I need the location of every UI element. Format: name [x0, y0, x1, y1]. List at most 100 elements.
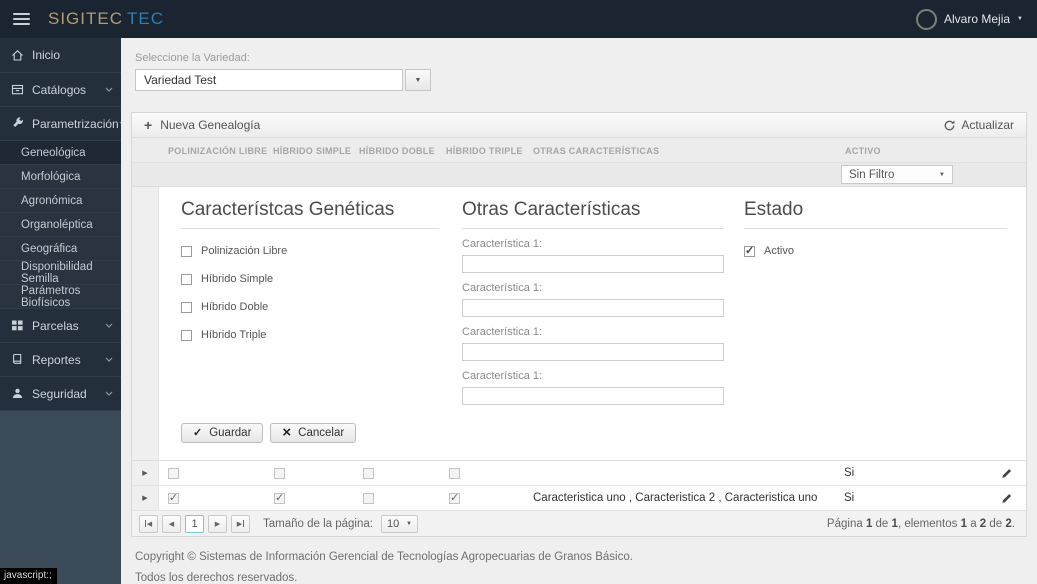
activo-filter-select[interactable]: Sin Filtro ▼ — [841, 165, 953, 184]
subitem-label: Parámetros Biofísicos — [21, 284, 81, 309]
genetic-title: Característcas Genéticas — [181, 199, 439, 229]
hibrido-simple-cell-checkbox — [274, 468, 285, 479]
sidebar-item-parcelas[interactable]: Parcelas — [0, 308, 121, 342]
checkbox-label: Híbrido Doble — [201, 301, 269, 313]
sidebar-subitem-organoleptica[interactable]: Organoléptica — [0, 212, 121, 236]
sidebar-item-parametrizacion[interactable]: Parametrización — [0, 106, 127, 140]
next-page-button[interactable]: ▶ — [208, 514, 227, 533]
caracteristica-field: Característica 1: — [462, 370, 724, 405]
sidebar-item-label: Seguridad — [32, 386, 87, 401]
new-genealogy-label: Nueva Genealogía — [160, 118, 261, 132]
caracteristica-input-4[interactable] — [462, 387, 724, 405]
sidebar-subitem-geneologica[interactable]: Geneológica — [0, 140, 121, 164]
activo-cell: Si — [844, 467, 855, 479]
sidebar-item-inicio[interactable]: Inicio — [0, 38, 121, 72]
form-buttons: ✓ Guardar × Cancelar — [181, 423, 357, 443]
check-icon: ✓ — [193, 426, 203, 439]
sidebar-item-catalogos[interactable]: Catálogos — [0, 72, 121, 106]
cancel-button[interactable]: × Cancelar — [270, 423, 357, 443]
field-label: Característica 1: — [462, 282, 543, 294]
caracteristica-input-1[interactable] — [462, 255, 724, 273]
page-number-button[interactable]: 1 — [185, 514, 204, 533]
pager-summary: Página 1 de 1, elementos 1 a 2 de 2. — [826, 517, 1015, 530]
chevron-down-icon: ▼ — [406, 520, 412, 527]
variety-select[interactable]: Variedad Test — [135, 69, 403, 91]
user-name: Alvaro Mejia — [944, 12, 1011, 26]
catalog-icon — [11, 83, 25, 96]
caret-right-icon: ▶ — [214, 520, 221, 528]
column-header: HÍBRIDO DOBLE — [359, 146, 435, 156]
chevron-down-icon: ▼ — [939, 171, 945, 178]
new-genealogy-button[interactable]: + Nueva Genealogía — [144, 118, 260, 132]
polinizacion-libre-cell-checkbox — [168, 468, 179, 479]
estado-title: Estado — [744, 199, 1007, 229]
page-size-select[interactable]: 10 ▼ — [380, 514, 418, 533]
checkbox-label: Polinización Libre — [201, 245, 288, 257]
activo-cell: Si — [844, 492, 855, 504]
grid-icon — [11, 319, 25, 332]
sidebar-subitem-geografica[interactable]: Geográfica — [0, 236, 121, 260]
prev-page-button[interactable]: ◀ — [162, 514, 181, 533]
hibrido-doble-checkbox[interactable] — [181, 301, 192, 313]
variety-dropdown-button[interactable]: ▼ — [405, 69, 431, 91]
brand-secondary: TEC — [127, 9, 165, 28]
column-header: OTRAS CARACTERÍSTICAS — [533, 146, 660, 156]
grid-filter-row: Sin Filtro ▼ — [132, 163, 1026, 187]
first-page-button[interactable]: ◀ — [139, 514, 158, 533]
copyright-text: Copyright © Sistemas de Información Gere… — [135, 551, 633, 563]
variety-picker: Seleccione la Variedad: Variedad Test ▼ — [121, 38, 1037, 91]
menu-toggle-icon[interactable] — [13, 13, 30, 25]
otras-section: Otras Características Característica 1: … — [462, 199, 724, 405]
grid-toolbar: + Nueva Genealogía Actualizar — [132, 113, 1026, 138]
checkbox-row: Polinización Libre — [181, 245, 439, 257]
sidebar-subitem-morfologica[interactable]: Morfológica — [0, 164, 121, 188]
column-header: POLINIZACIÓN LIBRE — [168, 146, 268, 156]
page-size-value: 10 — [386, 517, 400, 530]
sidebar-item-label: Reportes — [32, 352, 81, 367]
user-menu[interactable]: Alvaro Mejia ▼ — [916, 8, 1023, 30]
variety-label: Seleccione la Variedad: — [135, 52, 250, 64]
footer: Copyright © Sistemas de Información Gere… — [135, 551, 1037, 584]
otras-title: Otras Características — [462, 199, 724, 229]
caracteristica-field: Característica 1: — [462, 282, 724, 317]
sidebar-subitem-agronomica[interactable]: Agronómica — [0, 188, 121, 212]
save-button[interactable]: ✓ Guardar — [181, 423, 264, 443]
hibrido-doble-cell-checkbox — [363, 468, 374, 479]
hibrido-simple-checkbox[interactable] — [181, 273, 192, 285]
hibrido-doble-cell-checkbox — [363, 493, 374, 504]
genealogy-grid: + Nueva Genealogía Actualizar POLINIZACI… — [131, 112, 1027, 537]
checkbox-label: Activo — [764, 245, 794, 257]
user-icon — [11, 387, 25, 400]
edit-pencil-icon[interactable] — [1001, 467, 1013, 479]
subitem-label: Morfológica — [21, 170, 81, 183]
sidebar-item-seguridad[interactable]: Seguridad — [0, 376, 121, 410]
table-row: ▶ Caracteristica uno , Caracteristica 2 … — [132, 486, 1026, 511]
hibrido-triple-checkbox[interactable] — [181, 329, 192, 341]
hibrido-simple-cell-checkbox — [274, 491, 285, 504]
caracteristica-input-3[interactable] — [462, 343, 724, 361]
app-logo: SIGITEC TEC — [48, 9, 164, 29]
activo-checkbox[interactable] — [744, 244, 755, 257]
checkbox-row: Híbrido Doble — [181, 301, 439, 313]
edit-pencil-icon[interactable] — [1001, 492, 1013, 504]
row-gutter — [132, 187, 159, 460]
grid-header-row: POLINIZACIÓN LIBRE HÍBRIDO SIMPLE HÍBRID… — [132, 138, 1026, 163]
checkbox-row: Activo — [744, 244, 1007, 257]
caracteristica-field: Característica 1: — [462, 238, 724, 273]
book-icon — [11, 353, 25, 366]
variety-value: Variedad Test — [144, 73, 217, 87]
row-expander-icon[interactable]: ▶ — [132, 461, 159, 485]
top-navbar: SIGITEC TEC Alvaro Mejia ▼ — [0, 0, 1037, 38]
page-size-label: Tamaño de la página: — [263, 517, 373, 530]
brand-primary: SIGITEC — [48, 9, 124, 28]
row-expander-icon[interactable]: ▶ — [132, 486, 159, 510]
sidebar-item-reportes[interactable]: Reportes — [0, 342, 121, 376]
refresh-button[interactable]: Actualizar — [944, 118, 1014, 132]
polinizacion-libre-checkbox[interactable] — [181, 245, 192, 257]
checkbox-label: Híbrido Simple — [201, 273, 274, 285]
hibrido-triple-cell-checkbox — [449, 491, 460, 504]
last-page-button[interactable]: ▶ — [231, 514, 250, 533]
sidebar-subitem-parametros-biofisicos[interactable]: Parámetros Biofísicos — [0, 284, 121, 309]
sidebar-subitem-disponibilidad-semilla[interactable]: Disponibilidad Semilla — [0, 260, 121, 285]
caracteristica-input-2[interactable] — [462, 299, 724, 317]
